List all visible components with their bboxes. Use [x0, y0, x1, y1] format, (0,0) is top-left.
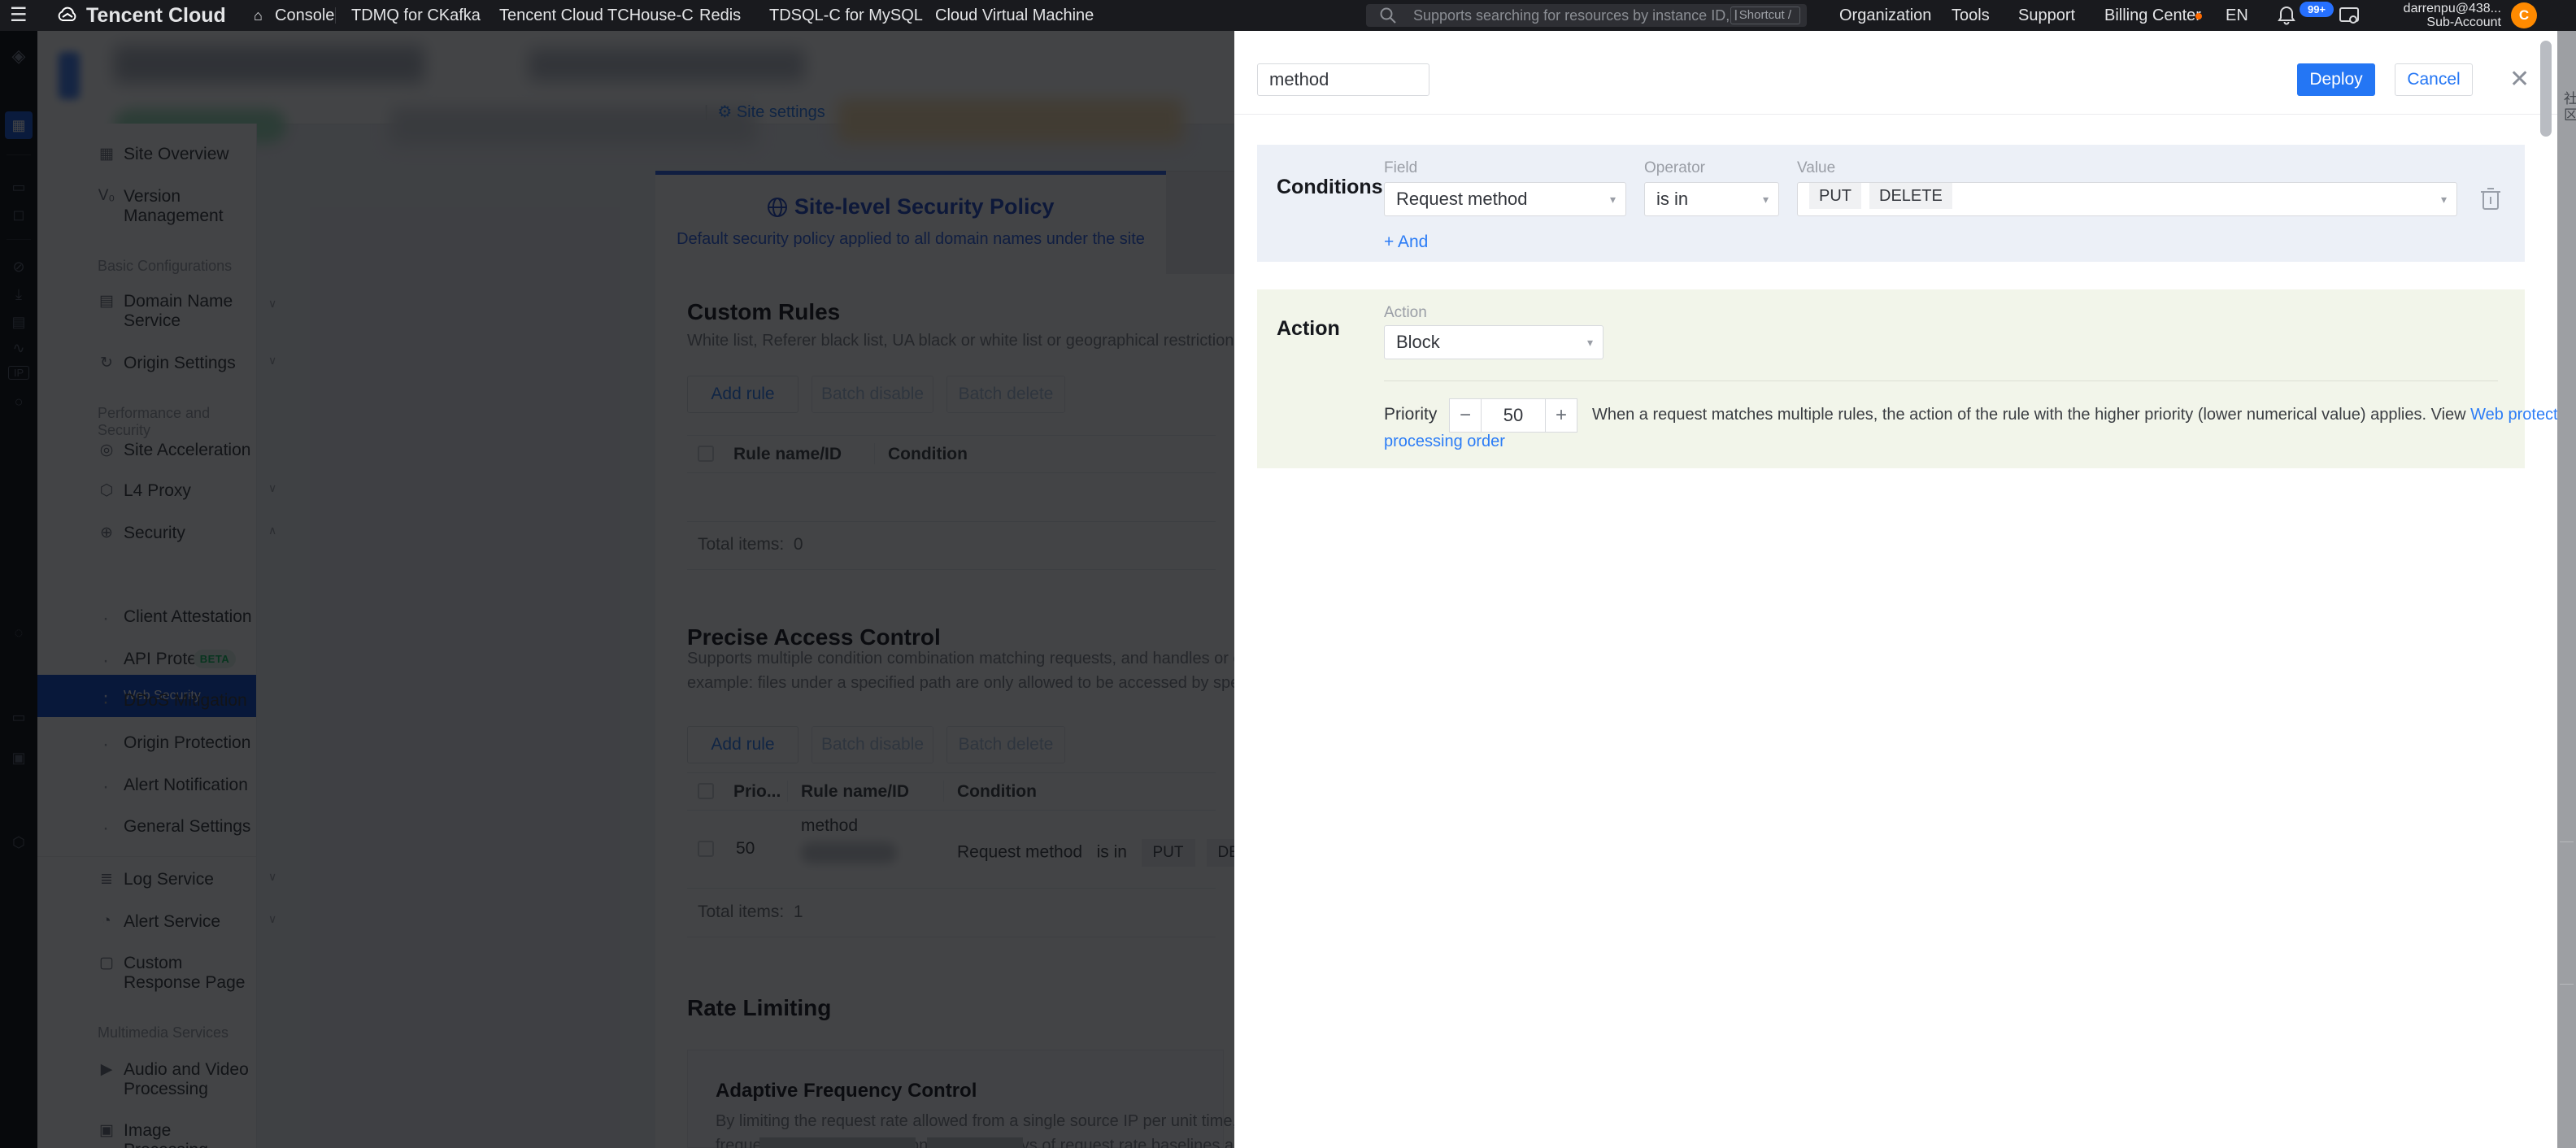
add-and-condition-link[interactable]: + And — [1384, 233, 1428, 252]
priority-plus-button[interactable]: + — [1545, 398, 1577, 433]
chevron-down-icon: ▾ — [2440, 193, 2447, 206]
action-card: Action Action Block ▾ Priority − 50 + Whe… — [1257, 289, 2576, 468]
field-select[interactable]: Request method ▾ — [1384, 182, 1626, 216]
edge-divider — [2560, 841, 2574, 842]
account-info[interactable]: darrenpu@438... Sub-Account — [2358, 2, 2501, 29]
bell-icon[interactable] — [2277, 5, 2296, 26]
nav-console[interactable]: Console — [275, 0, 334, 31]
priority-input[interactable]: 50 — [1481, 398, 1546, 433]
scrollbar-thumb[interactable] — [2540, 41, 2552, 137]
conditions-card: Conditions Field Request method ▾ Operato… — [1257, 145, 2525, 262]
nav-search-input[interactable]: Supports searching for resources by inst… — [1366, 4, 1807, 27]
screen: ☰ Tencent Cloud ⌂ Console TDMQ for CKafk… — [0, 0, 2576, 1148]
action-divider — [1384, 380, 2498, 381]
nav-organization[interactable]: Organization — [1839, 0, 1931, 31]
nav-product-cvm[interactable]: Cloud Virtual Machine — [935, 0, 1094, 31]
nav-tools[interactable]: Tools — [1952, 0, 1990, 31]
tencent-cloud-logo-text: Tencent Cloud — [86, 4, 226, 27]
search-shortcut-key: Shortcut / — [1730, 7, 1800, 24]
rule-name-input[interactable] — [1257, 63, 1429, 96]
value-tag-delete: DELETE — [1869, 183, 1952, 209]
action-select[interactable]: Block ▾ — [1384, 325, 1603, 359]
search-placeholder: Supports searching for resources by inst… — [1413, 7, 1738, 24]
console-settings-icon[interactable] — [2339, 6, 2360, 25]
close-icon[interactable]: ✕ — [2509, 65, 2530, 93]
nav-product-tchouse[interactable]: Tencent Cloud TCHouse-C — [499, 0, 694, 31]
edge-divider — [2560, 984, 2574, 985]
nav-product-tdmq[interactable]: TDMQ for CKafka — [351, 0, 481, 31]
nav-language[interactable]: EN — [2226, 0, 2248, 31]
deploy-button[interactable]: Deploy — [2297, 63, 2375, 96]
billing-notification-dot — [2195, 13, 2202, 20]
top-nav: ☰ Tencent Cloud ⌂ Console TDMQ for CKafk… — [0, 0, 2576, 31]
operator-select[interactable]: is in ▾ — [1644, 182, 1779, 216]
priority-note-line1: When a request matches multiple rules, t… — [1592, 404, 2576, 426]
processing-order-link[interactable]: processing order — [1384, 433, 1505, 450]
nav-product-redis[interactable]: Redis — [699, 0, 741, 31]
edge-community-tab[interactable]: 社区 — [2559, 91, 2576, 124]
notification-badge: 99+ — [2300, 2, 2334, 17]
nav-separator — [335, 7, 336, 24]
operator-label: Operator — [1644, 159, 1705, 176]
chevron-down-icon: ▾ — [1586, 336, 1593, 349]
value-multiselect[interactable]: PUT DELETE ▾ — [1797, 182, 2457, 216]
search-icon — [1379, 7, 1397, 28]
priority-minus-button[interactable]: − — [1449, 398, 1482, 433]
delete-condition-trash-icon[interactable] — [2480, 185, 2501, 215]
conditions-heading: Conditions — [1277, 176, 1383, 198]
nav-product-tdsql[interactable]: TDSQL-C for MySQL — [769, 0, 923, 31]
nav-support[interactable]: Support — [2018, 0, 2075, 31]
drawer-header: Deploy Cancel ✕ — [1234, 31, 2557, 115]
priority-note-line2: processing order — [1384, 431, 1505, 453]
home-icon: ⌂ — [254, 7, 263, 24]
tencent-cloud-logo-icon — [55, 6, 80, 25]
account-role: Sub-Account — [2426, 15, 2501, 29]
value-label: Value — [1797, 159, 1836, 176]
account-email: darrenpu@438... — [2403, 2, 2501, 15]
avatar[interactable]: C — [2511, 2, 2537, 28]
action-heading: Action — [1277, 317, 1340, 340]
action-label: Action — [1384, 304, 1427, 321]
chevron-down-icon: ▾ — [1609, 193, 1616, 206]
priority-label: Priority — [1384, 405, 1438, 424]
field-label: Field — [1384, 159, 1418, 176]
nav-billing-center[interactable]: Billing Center — [2104, 0, 2201, 31]
right-edge-panel: 有 社区 — [2557, 0, 2576, 1148]
value-tag-put: PUT — [1809, 183, 1861, 209]
hamburger-menu-icon[interactable]: ☰ — [10, 0, 28, 31]
rule-editor-drawer: Deploy Cancel ✕ Conditions Field Request… — [1234, 31, 2576, 1148]
chevron-down-icon: ▾ — [1762, 193, 1769, 206]
cancel-button[interactable]: Cancel — [2395, 63, 2473, 96]
